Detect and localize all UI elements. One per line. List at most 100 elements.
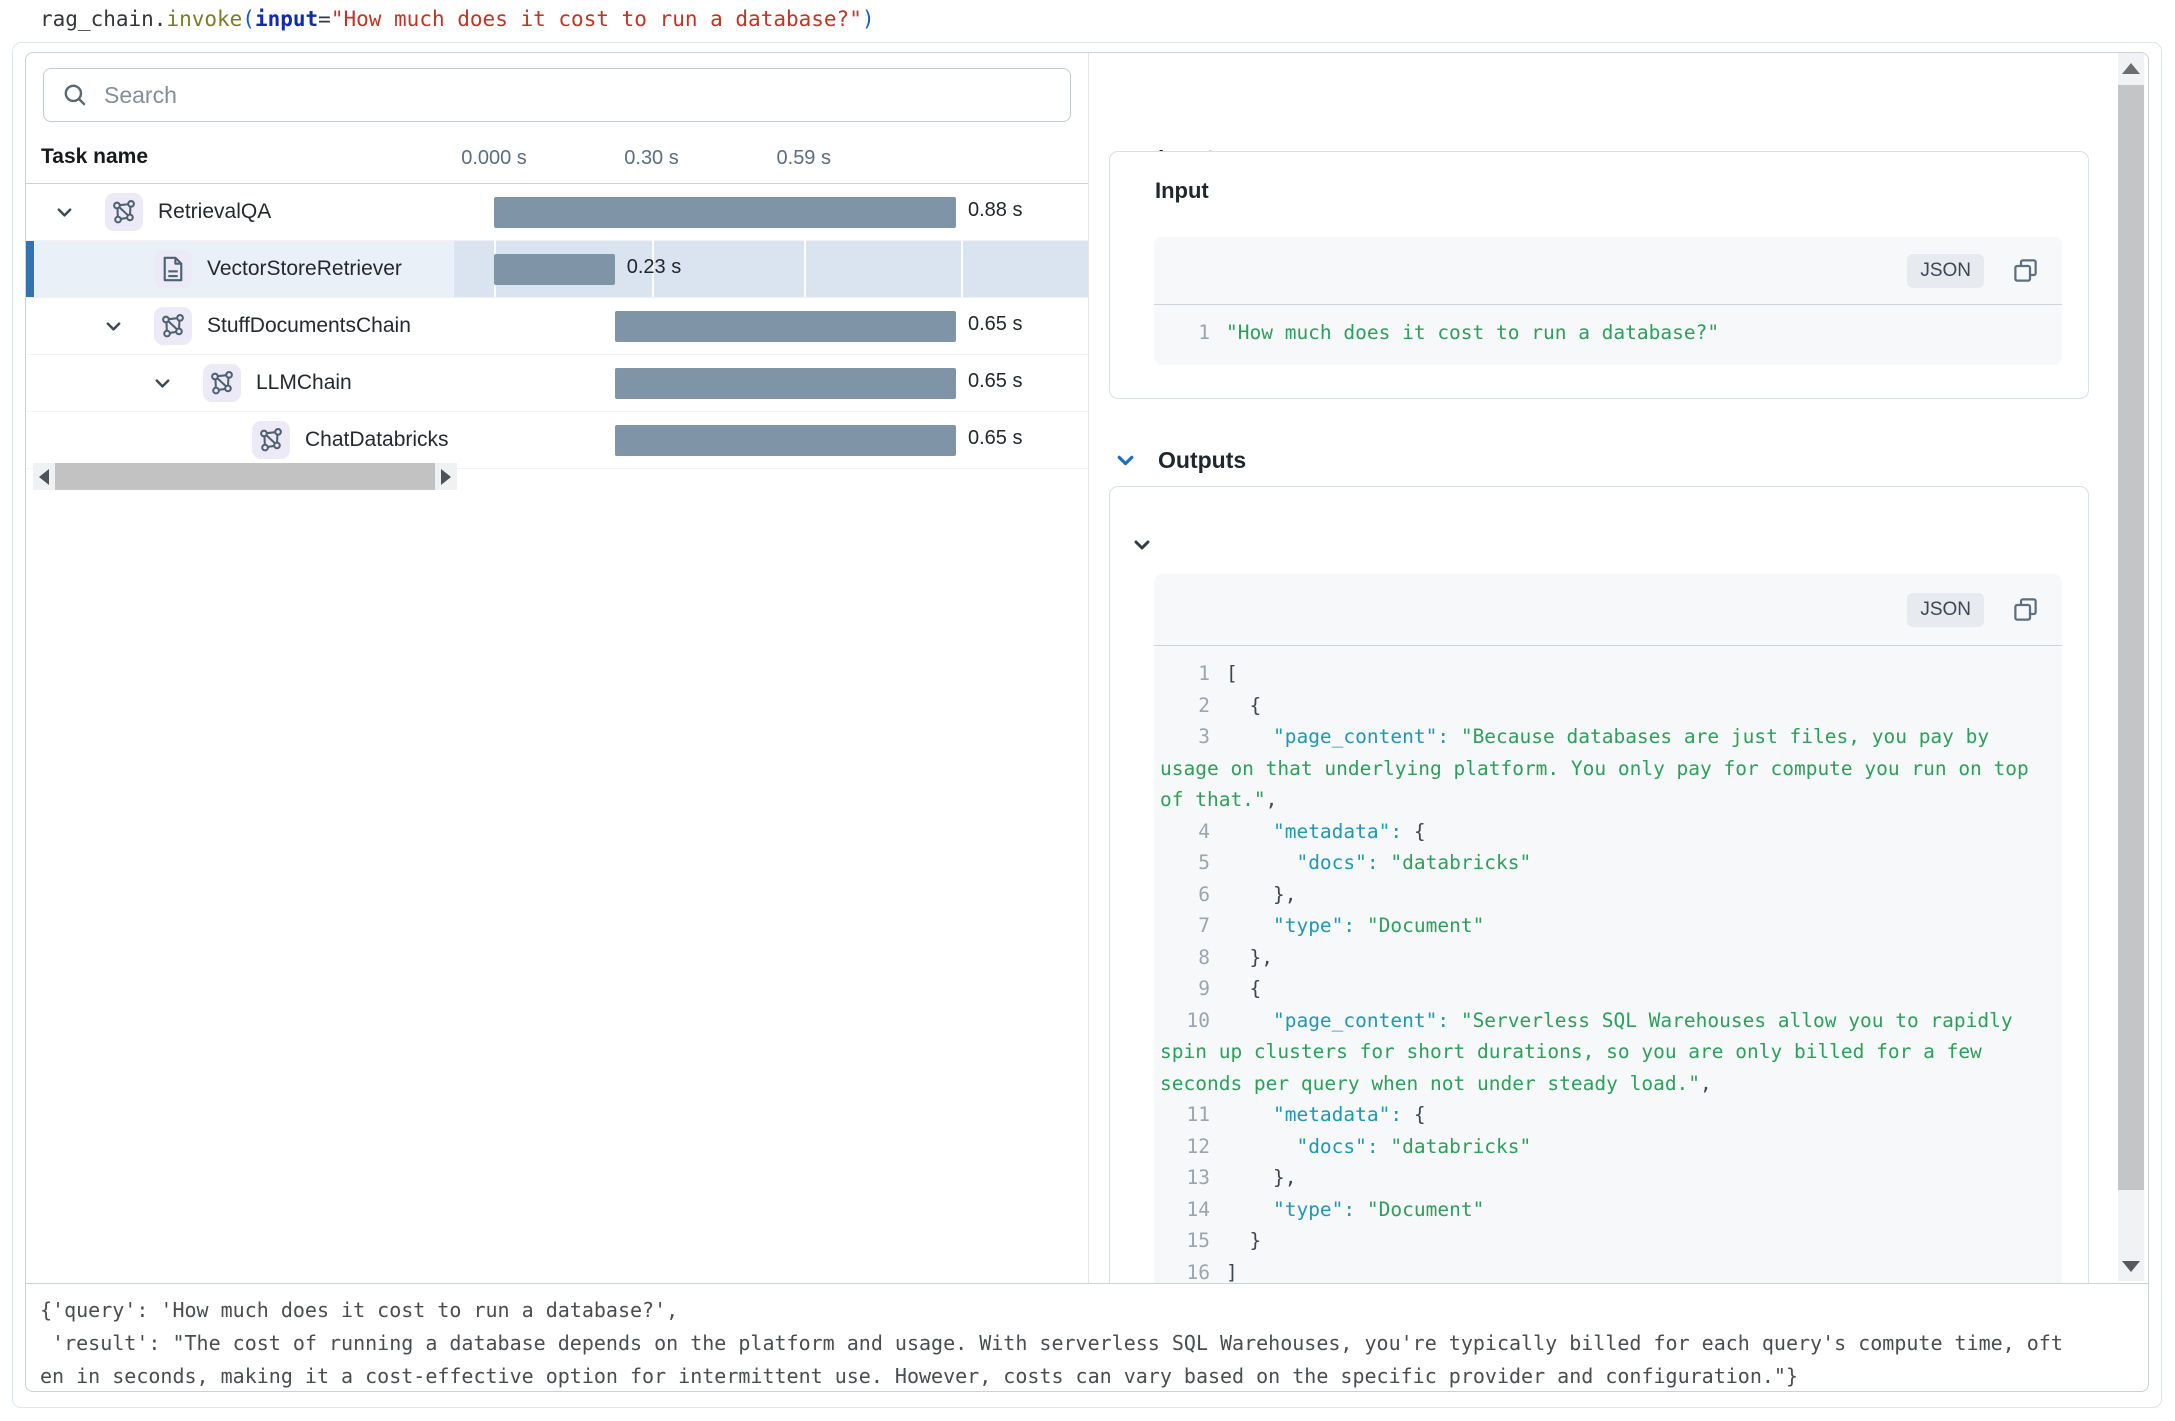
result-output-block: {'query': 'How much does it cost to run … — [26, 1283, 2148, 1391]
line-number: 10 — [1154, 1005, 1210, 1037]
trace-widget: Task name 0.000 s0.30 s0.59 s RetrievalQ… — [25, 52, 2149, 1392]
code-token: "metadata": — [1273, 816, 1402, 848]
time-axis-tick: 0.59 s — [777, 147, 831, 170]
duration-bar — [615, 425, 956, 456]
code-token: { — [1226, 690, 1261, 722]
scroll-left-arrow[interactable] — [33, 463, 55, 490]
code-segment: rag_chain. — [40, 7, 166, 31]
copy-button[interactable] — [2012, 596, 2039, 623]
chevron-down-icon[interactable] — [1115, 450, 1136, 471]
code-line: 15 } — [1154, 1225, 2062, 1257]
code-token — [1379, 1131, 1391, 1163]
code-token: "type": — [1273, 1194, 1355, 1226]
code-line: 3 "page_content": "Because databases are… — [1154, 721, 2062, 753]
code-token: "metadata": — [1273, 1099, 1402, 1131]
code-token: "Document" — [1367, 1194, 1484, 1226]
time-axis-tick: 0.000 s — [461, 147, 527, 170]
output-code-header: JSON — [1154, 574, 2062, 646]
code-token: "How much does it cost to run a database… — [1226, 317, 1719, 349]
code-line: 1[ — [1154, 658, 2062, 690]
scroll-right-arrow[interactable] — [435, 463, 457, 490]
line-number: 11 — [1154, 1099, 1210, 1131]
task-tree-pane: Task name 0.000 s0.30 s0.59 s RetrievalQ… — [26, 53, 1089, 1283]
scroll-up-arrow[interactable] — [2118, 53, 2144, 83]
scrollbar-thumb[interactable] — [2118, 85, 2144, 1190]
output-code-block: JSON 1[2 {3 "page_content": "Because dat… — [1154, 574, 2062, 1283]
chain-icon — [105, 193, 143, 231]
code-token: "Document" — [1367, 910, 1484, 942]
input-code-block: JSON 1"How much does it cost to run a da… — [1154, 237, 2062, 365]
line-number: 7 — [1154, 910, 1210, 942]
line-number: 1 — [1154, 658, 1210, 690]
chain-icon — [252, 421, 290, 459]
input-card: Input JSON 1"How much does it cost to ru… — [1109, 151, 2089, 399]
code-token: { — [1402, 816, 1425, 848]
code-line: 8 }, — [1154, 942, 2062, 974]
code-line: 12 "docs": "databricks" — [1154, 1131, 2062, 1163]
task-row-vectorstoreretriever[interactable]: VectorStoreRetriever0.23 s — [26, 241, 1088, 298]
copy-button[interactable] — [2012, 257, 2039, 284]
search-box[interactable] — [43, 68, 1071, 122]
vertical-scrollbar[interactable] — [2118, 53, 2144, 1281]
result-text: {'query': 'How much does it cost to run … — [26, 1284, 2148, 1391]
task-row-stuffdocumentschain[interactable]: StuffDocumentsChain0.65 s — [26, 298, 1088, 355]
document-icon — [154, 250, 192, 288]
line-number: 2 — [1154, 690, 1210, 722]
code-wrap-line: of that.", — [1154, 784, 2062, 816]
scrollbar-thumb[interactable] — [55, 463, 435, 490]
code-token — [1226, 1194, 1273, 1226]
chevron-down-icon[interactable] — [101, 317, 125, 336]
code-token: "docs": — [1296, 1131, 1378, 1163]
code-token: usage on that underlying platform. You o… — [1160, 753, 2029, 785]
task-row-content: LLMChain — [26, 355, 578, 411]
code-segment: ) — [862, 7, 875, 31]
code-token: "docs": — [1296, 847, 1378, 879]
duration-label: 0.65 s — [968, 370, 1022, 393]
outputs-section-header[interactable]: Outputs — [1115, 447, 1246, 474]
code-token — [1355, 1194, 1367, 1226]
code-token — [1449, 1005, 1461, 1037]
code-token: }, — [1226, 942, 1273, 974]
tree-header: Task name 0.000 s0.30 s0.59 s — [26, 135, 1088, 184]
task-row-content: RetrievalQA — [26, 184, 480, 240]
code-token — [1226, 816, 1273, 848]
code-line: 14 "type": "Document" — [1154, 1194, 2062, 1226]
task-label: ChatDatabricks — [305, 428, 449, 452]
json-format-badge[interactable]: JSON — [1907, 593, 1984, 627]
task-name-header: Task name — [41, 145, 148, 169]
horizontal-scrollbar[interactable] — [33, 463, 457, 490]
copy-icon — [2012, 596, 2039, 623]
chain-icon — [154, 307, 192, 345]
duration-bar — [615, 368, 956, 399]
details-pane: Inputs Input JSON 1"How much does it co — [1089, 53, 2148, 1283]
scroll-down-arrow[interactable] — [2118, 1251, 2144, 1281]
task-row-chatdatabricks[interactable]: ChatDatabricks0.65 s — [26, 412, 1088, 469]
chevron-down-icon[interactable] — [150, 374, 174, 393]
search-input[interactable] — [102, 81, 1070, 110]
code-token: of that." — [1160, 784, 1266, 816]
code-token: "Serverless SQL Warehouses allow you to … — [1461, 1005, 2013, 1037]
task-row-llmchain[interactable]: LLMChain 0.65 s — [26, 355, 1088, 412]
json-format-badge[interactable]: JSON — [1907, 254, 1984, 288]
code-token: "databricks" — [1390, 847, 1531, 879]
task-label: RetrievalQA — [158, 200, 271, 224]
line-number: 6 — [1154, 879, 1210, 911]
chevron-down-icon[interactable] — [1132, 535, 1152, 555]
duration-label: 0.23 s — [627, 256, 681, 279]
code-wrap-line: spin up clusters for short durations, so… — [1154, 1036, 2062, 1068]
code-token: "Because databases are just files, you p… — [1461, 721, 1989, 753]
task-row-content: StuffDocumentsChain — [26, 298, 529, 354]
code-token: , — [1266, 784, 1278, 816]
task-label: StuffDocumentsChain — [207, 314, 411, 338]
code-token: { — [1402, 1099, 1425, 1131]
chevron-down-icon[interactable] — [52, 203, 76, 222]
code-token: { — [1226, 973, 1261, 1005]
task-row-retrievalqa[interactable]: RetrievalQA0.88 s — [26, 184, 1088, 241]
code-line: 7 "type": "Document" — [1154, 910, 2062, 942]
code-wrap-line: seconds per query when not under steady … — [1154, 1068, 2062, 1100]
copy-icon — [2012, 257, 2039, 284]
line-number: 12 — [1154, 1131, 1210, 1163]
trace-main: Task name 0.000 s0.30 s0.59 s RetrievalQ… — [26, 53, 2148, 1283]
input-code-header: JSON — [1154, 237, 2062, 305]
code-line: 1"How much does it cost to run a databas… — [1154, 317, 2062, 349]
